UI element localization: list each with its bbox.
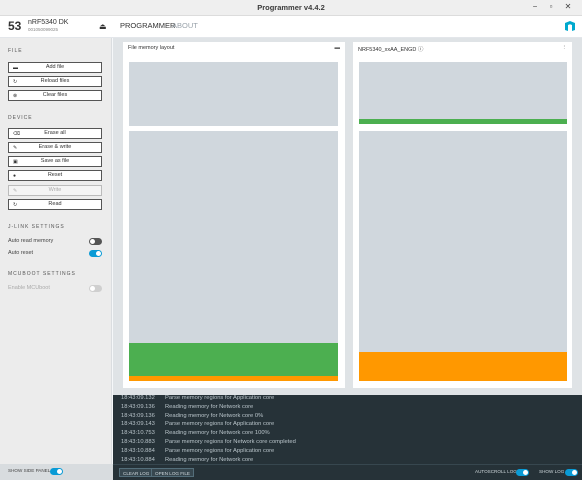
folder-icon: ▬ (13, 65, 18, 71)
device-name[interactable]: nRF5340 DK (28, 19, 68, 26)
clear-log-button[interactable]: CLEAR LOG (119, 468, 154, 477)
enable-mcuboot-row: Enable MCUboot (8, 284, 102, 293)
log-entry: 18:43:10.884 Parse memory regions for App… (121, 447, 275, 454)
save-as-file-button[interactable]: ▣ Save as file (8, 156, 102, 167)
auto-read-memory-label: Auto read memory (8, 238, 54, 244)
memory-region-orange[interactable] (359, 352, 567, 381)
write-label: Write (48, 187, 62, 193)
eject-icon[interactable]: ⏏ (99, 22, 107, 31)
pencil-icon: ✎ (13, 145, 18, 151)
add-file-label: Add file (45, 64, 65, 70)
log-entry: 18:43:09.132 Parse memory regions for App… (121, 395, 275, 401)
auto-read-memory-row: Auto read memory (8, 237, 102, 246)
auto-reset-label: Auto reset (8, 250, 34, 256)
log-entry: 18:43:10.884 Reading memory for Network c… (121, 456, 254, 463)
show-side-panel-toggle[interactable] (50, 468, 63, 475)
window-title: Programmer v4.4.2 (257, 3, 325, 12)
minimize-icon[interactable]: − (530, 2, 540, 12)
write-button[interactable]: ✎ Write (8, 185, 102, 196)
window-titlebar: Programmer v4.4.2 − ▫ ✕ (0, 0, 582, 16)
eraser-icon: ⌫ (13, 131, 21, 137)
clear-files-button[interactable]: ⊗ Clear files (8, 90, 102, 101)
memory-region-green[interactable] (359, 119, 567, 124)
reload-files-button[interactable]: ↻ Reload files (8, 76, 102, 87)
device-serial: 001050099025 (28, 27, 59, 32)
menu-icon[interactable]: ⋮ (562, 45, 568, 51)
info-icon[interactable]: ⓘ (418, 47, 424, 53)
erase-all-button[interactable]: ⌫ Erase all (8, 128, 102, 139)
jlink-section-title: J-LINK SETTINGS (8, 224, 65, 230)
device-number: 53 (8, 19, 22, 33)
app-header: 53 nRF5340 DK 001050099025 ⏏ PROGRAMMER … (0, 16, 582, 38)
memory-region-block[interactable] (359, 131, 567, 381)
memory-region-green[interactable] (129, 343, 338, 376)
device-memory-title: NRF5340_xxAA_ENGD ⓘ (358, 47, 424, 53)
auto-read-memory-toggle[interactable] (89, 238, 102, 245)
auto-reset-row: Auto reset (8, 249, 102, 258)
read-button[interactable]: ↻ Read (8, 199, 102, 210)
enable-mcuboot-toggle[interactable] (89, 285, 102, 292)
file-memory-title: File memory layout (128, 45, 175, 51)
save-icon: ▣ (13, 159, 18, 165)
memory-region-orange[interactable] (129, 376, 338, 381)
nordic-logo-icon (565, 21, 575, 31)
reset-icon: ● (13, 173, 17, 179)
erase-write-label: Erase & write (38, 144, 72, 150)
autoscroll-log-toggle[interactable] (516, 469, 529, 476)
show-log-label: SHOW LOG (539, 469, 565, 474)
side-panel: FILE ▬ Add file ↻ Reload files ⊗ Clear f… (0, 38, 112, 464)
footer-left: SHOW SIDE PANEL (0, 464, 113, 480)
memory-region-block[interactable] (359, 62, 567, 124)
log-entry: 18:43:10.883 Parse memory regions for Net… (121, 438, 296, 445)
tab-about[interactable]: ABOUT (172, 21, 198, 30)
pencil-icon: ✎ (13, 188, 18, 194)
clear-icon: ⊗ (13, 93, 18, 99)
tab-programmer[interactable]: PROGRAMMER (120, 21, 175, 30)
log-entry: 18:43:10.753 Reading memory for Network c… (121, 430, 270, 437)
log-entry: 18:43:09.136 Reading memory for Network c… (121, 412, 264, 419)
log-entry: 18:43:09.136 Reading memory for Network c… (121, 403, 254, 410)
reload-icon: ↻ (13, 79, 18, 85)
close-icon[interactable]: ✕ (563, 2, 573, 12)
refresh-icon: ↻ (13, 202, 18, 208)
open-log-file-button[interactable]: OPEN LOG FILE (151, 468, 194, 477)
auto-reset-toggle[interactable] (89, 250, 102, 257)
memory-region-block[interactable] (129, 62, 338, 126)
main-area: File memory layout ▬ NRF5340_xxAA_ENGD ⓘ… (113, 38, 582, 395)
maximize-icon[interactable]: ▫ (546, 2, 556, 12)
file-memory-panel: File memory layout ▬ (123, 42, 345, 388)
show-log-toggle[interactable] (565, 469, 578, 476)
add-file-button[interactable]: ▬ Add file (8, 62, 102, 73)
device-section-title: DEVICE (8, 115, 33, 121)
save-as-file-label: Save as file (40, 158, 70, 164)
folder-icon[interactable]: ▬ (335, 45, 341, 51)
read-label: Read (48, 201, 62, 207)
log-entry: 18:43:09.143 Parse memory regions for App… (121, 421, 275, 428)
reload-files-label: Reload files (40, 78, 70, 84)
device-memory-panel: NRF5340_xxAA_ENGD ⓘ ⋮ (353, 42, 572, 388)
reset-button[interactable]: ● Reset (8, 170, 102, 181)
clear-files-label: Clear files (42, 92, 68, 98)
show-side-panel-label: SHOW SIDE PANEL (8, 468, 51, 473)
reset-label: Reset (47, 172, 63, 178)
log-panel[interactable]: 18:43:09.132 Parse memory regions for App… (113, 395, 582, 464)
log-footer: CLEAR LOG OPEN LOG FILE AUTOSCROLL LOG S… (113, 464, 582, 480)
enable-mcuboot-label: Enable MCUboot (8, 285, 50, 291)
file-section-title: FILE (8, 48, 23, 54)
erase-write-button[interactable]: ✎ Erase & write (8, 142, 102, 153)
autoscroll-log-label: AUTOSCROLL LOG (475, 469, 517, 474)
mcuboot-section-title: MCUBOOT SETTINGS (8, 271, 76, 277)
erase-all-label: Erase all (44, 130, 66, 136)
